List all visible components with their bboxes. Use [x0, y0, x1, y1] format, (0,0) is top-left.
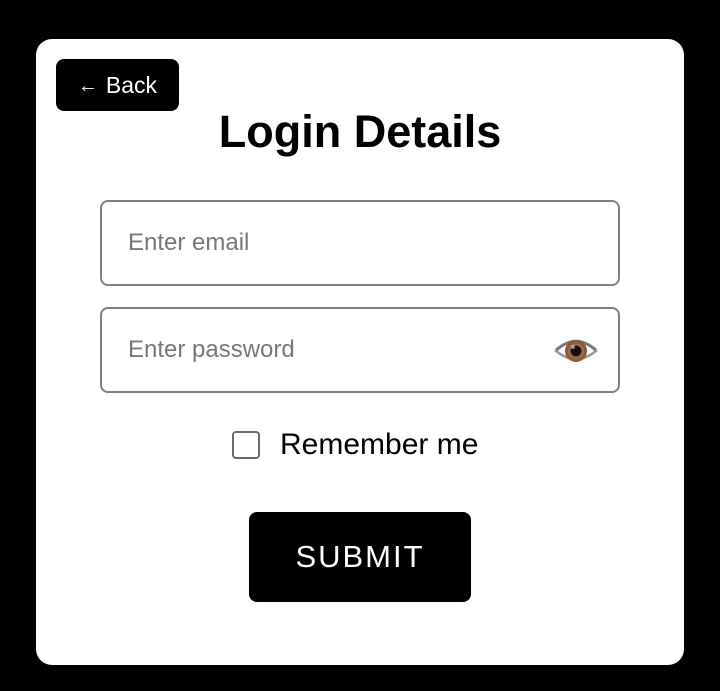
- back-button-label: Back: [105, 71, 158, 98]
- email-input[interactable]: [102, 202, 618, 284]
- email-field-box: [100, 200, 620, 286]
- password-field-box: [100, 307, 620, 393]
- remember-me-label[interactable]: Remember me: [280, 428, 478, 462]
- login-card: ← Back Login Details Remember me SUBMIT: [36, 39, 684, 665]
- remember-me-checkbox[interactable]: [232, 431, 260, 459]
- eye-icon[interactable]: [554, 333, 598, 367]
- page-title: Login Details: [218, 106, 502, 157]
- submit-button[interactable]: SUBMIT: [249, 512, 471, 602]
- back-arrow-icon: ←: [77, 74, 98, 97]
- password-input[interactable]: [102, 309, 618, 391]
- remember-me-row: Remember me: [232, 427, 478, 463]
